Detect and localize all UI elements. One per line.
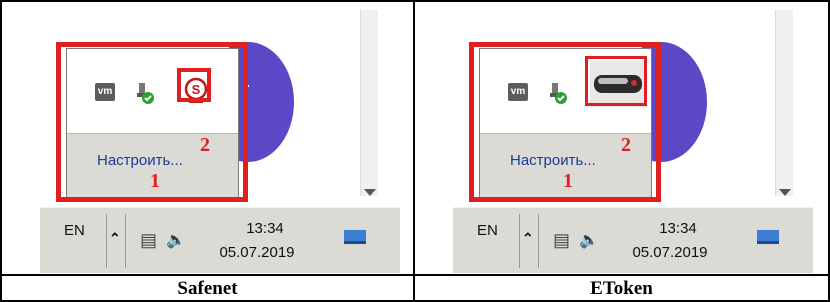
show-hidden-icons-button[interactable]: ⌃ [106, 214, 126, 268]
show-hidden-icons-button[interactable]: ⌃ [519, 214, 539, 268]
network-icon[interactable]: ▤ [553, 230, 570, 251]
clock-time[interactable]: 13:34 [633, 220, 723, 237]
panel-safenet: vm S Настроить... 1 2 EN ⌃ ▤ 🔈 13:34 05.… [2, 2, 413, 274]
screenshot-etoken: vm Настроить... 1 2 EN ⌃ ▤ 🔈 13:34 05.07… [415, 2, 826, 274]
scrollbar[interactable] [360, 10, 378, 196]
chevron-up-icon: ⌃ [109, 230, 121, 246]
highlight-frame-2 [585, 56, 647, 106]
caption-safenet: Safenet [177, 278, 238, 299]
clock-time[interactable]: 13:34 [220, 220, 310, 237]
show-desktop-button[interactable] [757, 230, 779, 244]
row-divider [0, 274, 830, 276]
screenshot-safenet: vm S Настроить... 1 2 EN ⌃ ▤ 🔈 13:34 05.… [2, 2, 413, 274]
volume-icon[interactable]: 🔈 [166, 230, 186, 250]
taskbar: EN ⌃ ▤ 🔈 13:34 05.07.2019 [453, 207, 813, 273]
chevron-up-icon: ⌃ [522, 230, 534, 246]
scroll-down-arrow-icon[interactable] [364, 189, 376, 196]
volume-icon[interactable]: 🔈 [579, 230, 599, 250]
network-icon[interactable]: ▤ [140, 230, 157, 251]
marker-2: 2 [621, 134, 631, 156]
language-indicator[interactable]: EN [477, 222, 498, 239]
show-desktop-button[interactable] [344, 230, 366, 244]
clock-date[interactable]: 05.07.2019 [202, 244, 312, 261]
marker-1: 1 [150, 170, 160, 192]
marker-1: 1 [563, 170, 573, 192]
taskbar: EN ⌃ ▤ 🔈 13:34 05.07.2019 [40, 207, 400, 273]
panel-etoken: vm Настроить... 1 2 EN ⌃ ▤ 🔈 13:34 05.07… [415, 2, 826, 274]
language-indicator[interactable]: EN [64, 222, 85, 239]
scrollbar[interactable] [775, 10, 793, 196]
clock-date[interactable]: 05.07.2019 [615, 244, 725, 261]
caption-etoken: EToken [590, 278, 653, 299]
marker-2: 2 [200, 134, 210, 156]
scroll-down-arrow-icon[interactable] [779, 189, 791, 196]
highlight-frame-2 [177, 68, 211, 102]
